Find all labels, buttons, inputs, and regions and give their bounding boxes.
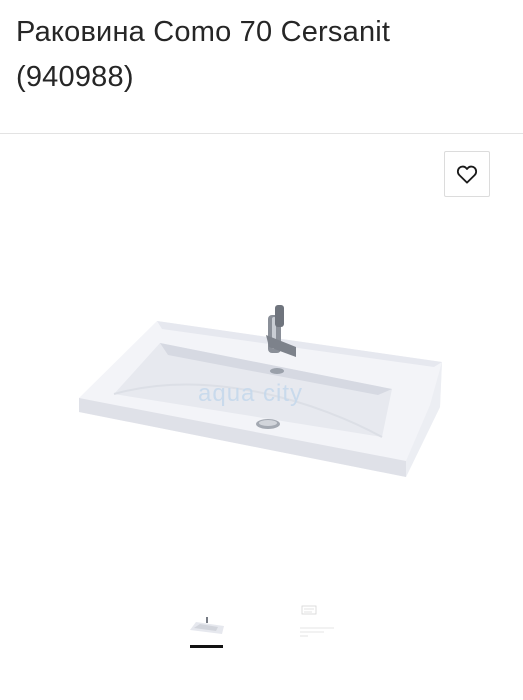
product-header: Раковина Como 70 Cersanit (940988) xyxy=(0,0,523,134)
favorite-button[interactable] xyxy=(444,151,490,197)
thumbnail-strip xyxy=(0,590,523,660)
watermark-text: aqua city xyxy=(198,380,304,407)
thumbnail-drawing[interactable] xyxy=(294,600,340,648)
active-thumbnail-indicator xyxy=(190,645,223,648)
thumbnail-sink[interactable] xyxy=(184,600,230,648)
product-title: Раковина Como 70 Cersanit (940988) xyxy=(16,16,391,93)
heart-outline-icon xyxy=(456,165,478,184)
